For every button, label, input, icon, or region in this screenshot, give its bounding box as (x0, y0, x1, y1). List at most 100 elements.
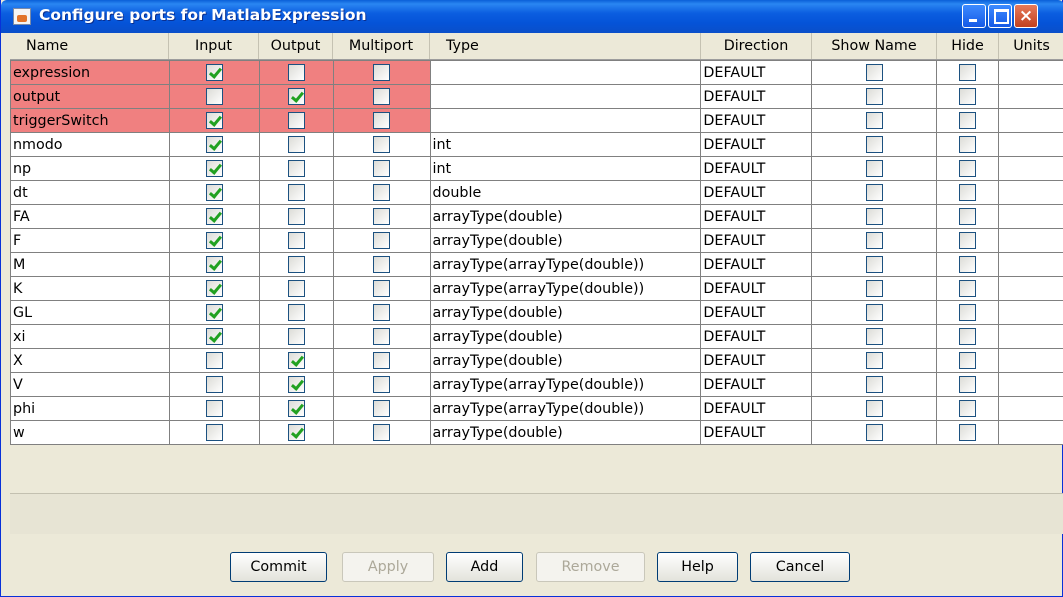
multiport-checkbox-unchecked[interactable] (373, 304, 391, 321)
input-checkbox-checked[interactable] (205, 64, 223, 81)
show-name-checkbox-unchecked[interactable] (865, 352, 883, 369)
type-cell[interactable]: arrayType(arrayType(double)) (429, 252, 702, 277)
input-cell[interactable] (168, 204, 260, 229)
output-checkbox-unchecked[interactable] (287, 64, 305, 81)
multiport-checkbox-unchecked[interactable] (373, 136, 391, 153)
header-output[interactable]: Output (259, 33, 333, 59)
hide-cell[interactable] (936, 396, 1000, 421)
input-checkbox-checked[interactable] (205, 328, 223, 345)
type-cell[interactable]: arrayType(double) (429, 204, 702, 229)
header-show-name[interactable]: Show Name (812, 33, 937, 59)
show-name-checkbox-unchecked[interactable] (865, 280, 883, 297)
input-cell[interactable] (168, 60, 260, 85)
multiport-cell[interactable] (332, 300, 431, 325)
port-name-cell[interactable]: xi (10, 324, 170, 349)
header-direction[interactable]: Direction (701, 33, 812, 59)
multiport-checkbox-unchecked[interactable] (373, 280, 391, 297)
port-name-cell[interactable]: dt (10, 180, 170, 205)
hide-cell[interactable] (936, 420, 1000, 445)
output-checkbox-unchecked[interactable] (287, 304, 305, 321)
output-checkbox-unchecked[interactable] (287, 184, 305, 201)
show-name-checkbox-unchecked[interactable] (865, 112, 883, 129)
direction-cell[interactable]: DEFAULT (700, 204, 813, 229)
table-row[interactable]: np int DEFAULT (10, 156, 1063, 181)
hide-checkbox-unchecked[interactable] (959, 256, 977, 273)
show-name-checkbox-unchecked[interactable] (865, 328, 883, 345)
multiport-checkbox-unchecked[interactable] (373, 352, 391, 369)
hide-checkbox-unchecked[interactable] (959, 136, 977, 153)
input-checkbox-checked[interactable] (205, 232, 223, 249)
units-cell[interactable] (998, 132, 1063, 157)
type-cell[interactable]: int (429, 156, 702, 181)
input-cell[interactable] (168, 228, 260, 253)
direction-cell[interactable]: DEFAULT (700, 372, 813, 397)
hide-cell[interactable] (936, 276, 1000, 301)
port-name-cell[interactable]: FA (10, 204, 170, 229)
multiport-cell[interactable] (332, 348, 431, 373)
direction-cell[interactable]: DEFAULT (700, 396, 813, 421)
direction-cell[interactable]: DEFAULT (700, 156, 813, 181)
output-cell[interactable] (258, 108, 334, 133)
output-cell[interactable] (258, 252, 334, 277)
multiport-cell[interactable] (332, 396, 431, 421)
input-checkbox-unchecked[interactable] (205, 352, 223, 369)
port-name-cell[interactable]: V (10, 372, 170, 397)
header-input[interactable]: Input (169, 33, 259, 59)
type-cell[interactable]: arrayType(double) (429, 420, 702, 445)
hide-checkbox-unchecked[interactable] (959, 232, 977, 249)
show-name-checkbox-unchecked[interactable] (865, 376, 883, 393)
input-checkbox-checked[interactable] (205, 112, 223, 129)
input-checkbox-checked[interactable] (205, 184, 223, 201)
cancel-button[interactable]: Cancel (750, 552, 850, 582)
units-cell[interactable] (998, 372, 1063, 397)
type-cell[interactable]: int (429, 132, 702, 157)
input-checkbox-checked[interactable] (205, 256, 223, 273)
multiport-checkbox-unchecked[interactable] (373, 64, 391, 81)
maximize-icon[interactable] (988, 4, 1012, 28)
multiport-cell[interactable] (332, 324, 431, 349)
units-cell[interactable] (998, 276, 1063, 301)
direction-cell[interactable]: DEFAULT (700, 276, 813, 301)
table-row[interactable]: FarrayType(double) DEFAULT (10, 228, 1063, 253)
output-checkbox-unchecked[interactable] (287, 136, 305, 153)
show-name-checkbox-unchecked[interactable] (865, 232, 883, 249)
input-cell[interactable] (168, 324, 260, 349)
multiport-checkbox-unchecked[interactable] (373, 208, 391, 225)
input-cell[interactable] (168, 84, 260, 109)
multiport-checkbox-unchecked[interactable] (373, 256, 391, 273)
type-cell[interactable]: arrayType(double) (429, 228, 702, 253)
direction-cell[interactable]: DEFAULT (700, 132, 813, 157)
type-cell[interactable]: arrayType(arrayType(double)) (429, 396, 702, 421)
type-cell[interactable]: double (429, 180, 702, 205)
multiport-cell[interactable] (332, 204, 431, 229)
show-name-checkbox-unchecked[interactable] (865, 304, 883, 321)
show-name-cell[interactable] (811, 180, 938, 205)
hide-checkbox-unchecked[interactable] (959, 376, 977, 393)
table-row[interactable]: FA arrayType(double) DEFAULT (10, 204, 1063, 229)
hide-cell[interactable] (936, 372, 1000, 397)
output-checkbox-unchecked[interactable] (287, 208, 305, 225)
table-row[interactable]: w arrayType(double) DEFAULT (10, 420, 1063, 445)
hide-checkbox-unchecked[interactable] (959, 280, 977, 297)
units-cell[interactable] (998, 204, 1063, 229)
output-cell[interactable] (258, 396, 334, 421)
port-name-cell[interactable]: M (10, 252, 170, 277)
output-cell[interactable] (258, 348, 334, 373)
hide-checkbox-unchecked[interactable] (959, 424, 977, 441)
direction-cell[interactable]: DEFAULT (700, 252, 813, 277)
show-name-checkbox-unchecked[interactable] (865, 64, 883, 81)
input-checkbox-checked[interactable] (205, 304, 223, 321)
units-cell[interactable] (998, 180, 1063, 205)
port-name-cell[interactable]: expression (10, 60, 170, 85)
header-units[interactable]: Units (999, 33, 1063, 59)
ports-table-area[interactable]: expression DEFAULT output DEFAULT triggerSwi… (10, 60, 1063, 493)
table-row[interactable]: dt double DEFAULT (10, 180, 1063, 205)
show-name-checkbox-unchecked[interactable] (865, 256, 883, 273)
multiport-checkbox-unchecked[interactable] (373, 328, 391, 345)
table-row[interactable]: triggerSwitch DEFAULT (10, 108, 1063, 133)
hide-checkbox-unchecked[interactable] (959, 184, 977, 201)
output-checkbox-unchecked[interactable] (287, 232, 305, 249)
multiport-cell[interactable] (332, 372, 431, 397)
hide-checkbox-unchecked[interactable] (959, 352, 977, 369)
hide-cell[interactable] (936, 252, 1000, 277)
